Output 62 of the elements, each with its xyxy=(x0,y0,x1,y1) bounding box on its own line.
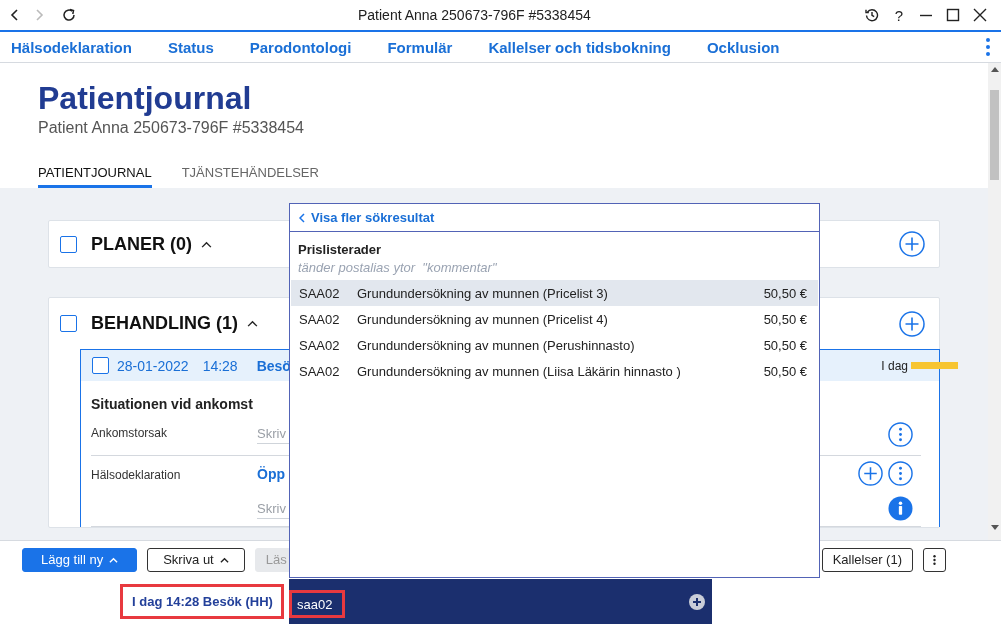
result-row[interactable]: SAA02 Grundundersökning av munnen (Liisa Läkärin hinnasto ) 50,50 € xyxy=(291,358,818,384)
result-row[interactable]: SAA02 Grundundersökning av munnen (Pricelist 4) 50,50 € xyxy=(291,306,818,332)
nav-link[interactable]: Ocklusion xyxy=(706,38,780,56)
more-results-link[interactable]: Visa fler sökresultat xyxy=(299,210,435,225)
open-link[interactable]: Öpp xyxy=(257,465,285,482)
result-row[interactable]: SAA02 Grundundersökning av munnen (Pricelist 3) 50,50 € xyxy=(291,280,818,306)
window-title: Patient Anna 250673-796F #5338454 xyxy=(358,7,591,23)
field-label: Hälsodeklaration xyxy=(91,467,181,482)
group-hint: tänder postalias ytor "kommentar" xyxy=(298,260,497,275)
more-icon xyxy=(933,553,936,566)
entry-heading: Situationen vid ankomst xyxy=(91,396,253,412)
page-title: Patientjournal xyxy=(38,79,252,118)
more-icon[interactable] xyxy=(888,421,913,447)
section-title: BEHANDLING (1) xyxy=(91,313,238,334)
text-field[interactable]: Skriv xyxy=(257,426,289,444)
add-icon[interactable] xyxy=(689,593,705,610)
scrollbar[interactable] xyxy=(988,63,1001,540)
text-field[interactable]: Skriv xyxy=(257,500,289,519)
info-icon[interactable] xyxy=(888,496,913,521)
search-field[interactable]: saa02 xyxy=(289,590,345,618)
caret-up-icon xyxy=(219,556,229,563)
more-button[interactable] xyxy=(923,547,946,572)
history-icon[interactable] xyxy=(865,8,879,22)
add-icon[interactable] xyxy=(899,310,925,337)
back-icon[interactable] xyxy=(10,9,18,21)
nav-link[interactable]: Formulär xyxy=(387,38,453,56)
entry-day: I dag xyxy=(881,358,908,373)
toolbar-button[interactable]: Skriva ut xyxy=(147,547,245,572)
section-title: PLANER (0) xyxy=(91,233,192,255)
add-icon[interactable] xyxy=(899,231,925,257)
patient-subtitle: Patient Anna 250673-796F #5338454 xyxy=(38,118,304,138)
caret-up-icon[interactable] xyxy=(247,320,258,327)
more-icon[interactable] xyxy=(986,38,990,56)
field-label: Ankomstorsak xyxy=(91,426,168,440)
help-button[interactable]: ? xyxy=(892,6,906,24)
checkbox[interactable] xyxy=(60,235,77,253)
caret-up-icon xyxy=(109,556,119,563)
add-icon[interactable] xyxy=(858,461,883,486)
close-icon[interactable] xyxy=(973,8,987,22)
toolbar-button[interactable]: Kallelser (1) xyxy=(821,547,913,572)
entry-title-link[interactable]: Besö xyxy=(256,357,291,374)
scroll-up-icon[interactable] xyxy=(990,67,999,72)
nav-link[interactable]: Status xyxy=(167,38,214,56)
nav-link[interactable]: Parodontologi xyxy=(249,38,352,56)
scroll-down-icon[interactable] xyxy=(990,525,999,530)
tab[interactable]: TJÄNSTEHÄNDELSER xyxy=(181,158,319,188)
visit-link[interactable]: I dag 14:28 Besök (HH) xyxy=(120,584,284,619)
scrollbar-thumb[interactable] xyxy=(990,90,999,180)
checkbox[interactable] xyxy=(92,357,109,374)
more-icon[interactable] xyxy=(888,461,913,486)
maximize-icon[interactable] xyxy=(946,8,960,22)
toolbar-button[interactable]: Lägg till ny xyxy=(22,547,138,572)
nav-link[interactable]: Kallelser och tidsbokning xyxy=(488,38,671,56)
chevron-left-icon xyxy=(299,212,305,223)
checkbox[interactable] xyxy=(60,315,77,332)
entry-time: 14:28 xyxy=(202,357,238,374)
group-title: Prislisterader xyxy=(298,242,382,257)
entry-date: 28-01-2022 xyxy=(117,357,189,374)
nav-link[interactable]: Hälsodeklaration xyxy=(11,38,132,56)
refresh-icon[interactable] xyxy=(62,8,76,22)
result-row[interactable]: SAA02 Grundundersökning av munnen (Perushinnasto) 50,50 € xyxy=(291,332,818,358)
caret-up-icon[interactable] xyxy=(201,240,212,248)
